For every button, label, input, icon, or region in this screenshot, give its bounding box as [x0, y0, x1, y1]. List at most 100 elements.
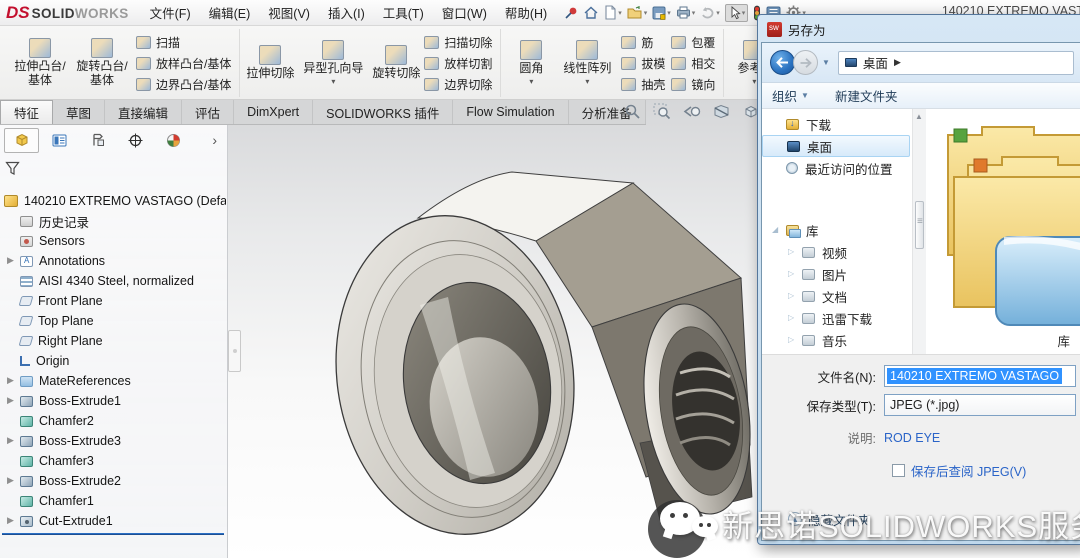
save-type-dropdown[interactable]: JPEG (*.jpg)	[884, 394, 1076, 416]
home-icon[interactable]	[583, 5, 599, 20]
expand-arrow-icon[interactable]: ▶	[7, 396, 14, 405]
boundary-cut-button[interactable]: 边界切除	[424, 76, 492, 93]
sidebar-item-documents[interactable]: ▷文档	[762, 285, 912, 307]
tab-addins[interactable]: SOLIDWORKS 插件	[313, 100, 453, 124]
save-button[interactable]: ▾	[652, 6, 671, 20]
expand-arrow-icon[interactable]: ▶	[7, 436, 14, 445]
hole-wizard-button[interactable]: 异型孔向导▾	[295, 38, 371, 88]
scrollbar-thumb[interactable]	[915, 201, 924, 249]
tree-item-annotations[interactable]: ▶Annotations	[0, 251, 226, 271]
previous-view-icon[interactable]	[683, 104, 701, 119]
zoom-to-fit-icon[interactable]	[624, 103, 641, 120]
panel-splitter-handle[interactable]	[228, 330, 241, 372]
menu-window[interactable]: 窗口(W)	[433, 3, 496, 22]
menu-file[interactable]: 文件(F)	[141, 3, 200, 22]
expand-arrow-icon[interactable]: ▶	[7, 516, 14, 525]
sidebar-item-pictures[interactable]: ▷图片	[762, 263, 912, 285]
intersect-button[interactable]: 相交	[671, 55, 715, 72]
hide-folders-button[interactable]: ▲ 隐藏文件夹	[788, 510, 871, 529]
scroll-up-icon[interactable]: ▲	[915, 112, 923, 121]
configuration-manager-tab[interactable]	[80, 128, 115, 153]
lofted-boss-button[interactable]: 放样凸台/基体	[136, 55, 231, 72]
tab-evaluate[interactable]: 评估	[182, 100, 234, 124]
organize-menu-button[interactable]: 组织▼	[772, 86, 809, 105]
tab-direct-editing[interactable]: 直接编辑	[105, 100, 182, 124]
file-item-label[interactable]: 库	[1057, 331, 1070, 350]
address-breadcrumb[interactable]: 桌面 ▶	[838, 51, 1074, 75]
linear-pattern-button[interactable]: 线性阵列▾	[556, 38, 618, 88]
rollback-bar[interactable]	[2, 533, 224, 535]
wrap-button[interactable]: 包覆	[671, 34, 715, 51]
expand-arrow-icon[interactable]: ▶	[7, 476, 14, 485]
tree-item-history[interactable]: 历史记录	[0, 211, 226, 231]
shell-button[interactable]: 抽壳	[621, 76, 665, 93]
draft-button[interactable]: 拔模	[621, 55, 665, 72]
review-jpeg-checkbox[interactable]	[892, 464, 905, 477]
property-manager-tab[interactable]	[42, 128, 77, 153]
expand-arrow-icon[interactable]: ▶	[7, 376, 14, 385]
boundary-boss-button[interactable]: 边界凸台/基体	[136, 76, 231, 93]
expand-arrow-icon[interactable]: ▷	[788, 292, 794, 300]
new-folder-button[interactable]: 新建文件夹	[835, 86, 898, 105]
tree-item-cut-extrude1[interactable]: ▶Cut-Extrude1	[0, 511, 226, 531]
fillet-button[interactable]: 圆角▾	[506, 38, 556, 88]
menu-edit[interactable]: 编辑(E)	[200, 3, 260, 22]
sidebar-item-videos[interactable]: ▷视频	[762, 241, 912, 263]
tree-item-matereferences[interactable]: ▶MateReferences	[0, 371, 226, 391]
expand-arrow-icon[interactable]: ▷	[788, 336, 794, 344]
swept-cut-button[interactable]: 扫描切除	[424, 34, 492, 51]
select-tool-button[interactable]: ▾	[725, 4, 749, 22]
rib-button[interactable]: 筋	[621, 34, 665, 51]
tree-item-chamfer3[interactable]: Chamfer3	[0, 451, 226, 471]
sidebar-item-desktop[interactable]: 桌面	[762, 135, 910, 157]
sidebar-item-downloads[interactable]: 下载	[762, 113, 912, 135]
forward-button[interactable]	[793, 50, 818, 75]
lofted-cut-button[interactable]: 放样切割	[424, 55, 492, 72]
extrude-boss-button[interactable]: 拉伸凸台/基体	[9, 36, 71, 90]
tree-item-boss-extrude3[interactable]: ▶Boss-Extrude3	[0, 431, 226, 451]
recent-locations-dropdown[interactable]: ▼	[822, 58, 830, 67]
revolve-boss-button[interactable]: 旋转凸台/基体	[71, 36, 133, 90]
swept-boss-button[interactable]: 扫描	[136, 34, 231, 51]
section-view-icon[interactable]	[713, 104, 730, 119]
tree-root-part[interactable]: 140210 EXTREMO VASTAGO (Defa	[0, 191, 226, 211]
breadcrumb-location[interactable]: 桌面	[863, 53, 888, 72]
extruded-cut-button[interactable]: 拉伸切除	[245, 43, 295, 83]
panel-expand-arrow[interactable]: ›	[212, 132, 223, 148]
expand-arrow-icon[interactable]: ▶	[7, 256, 14, 265]
menu-tools[interactable]: 工具(T)	[374, 3, 433, 22]
sidebar-item-libraries[interactable]: ◢库	[762, 219, 912, 241]
file-list-area[interactable]: 库	[926, 109, 1080, 354]
new-document-button[interactable]: ▾	[604, 5, 622, 20]
tab-sketch[interactable]: 草图	[53, 100, 105, 124]
tree-item-top-plane[interactable]: Top Plane	[0, 311, 226, 331]
filter-funnel-icon[interactable]	[5, 161, 22, 176]
menu-view[interactable]: 视图(V)	[259, 3, 319, 22]
revolved-cut-button[interactable]: 旋转切除	[371, 43, 421, 83]
display-manager-tab[interactable]	[156, 128, 191, 153]
tree-item-sensors[interactable]: Sensors	[0, 231, 226, 251]
expand-arrow-icon[interactable]: ▷	[788, 270, 794, 278]
print-button[interactable]: ▾	[676, 6, 696, 19]
undo-button[interactable]: ▾	[700, 6, 720, 19]
expand-arrow-icon[interactable]: ▷	[788, 248, 794, 256]
breadcrumb-arrow-icon[interactable]: ▶	[894, 57, 901, 68]
tree-item-origin[interactable]: Origin	[0, 351, 226, 371]
tree-item-boss-extrude2[interactable]: ▶Boss-Extrude2	[0, 471, 226, 491]
filename-input[interactable]: 140210 EXTREMO VASTAGO	[884, 365, 1076, 387]
dialog-title-bar[interactable]: 另存为	[761, 18, 1080, 42]
tree-item-boss-extrude1[interactable]: ▶Boss-Extrude1	[0, 391, 226, 411]
sidebar-scrollbar[interactable]: ▲	[912, 109, 926, 354]
tab-features[interactable]: 特征	[0, 100, 53, 124]
expand-arrow-icon[interactable]: ▷	[788, 314, 794, 322]
tab-dimxpert[interactable]: DimXpert	[234, 100, 313, 124]
mirror-button[interactable]: 镜向	[671, 76, 715, 93]
libraries-folder-icon[interactable]	[934, 117, 1080, 352]
sidebar-item-thunder-downloads[interactable]: ▷迅雷下载	[762, 307, 912, 329]
menu-insert[interactable]: 插入(I)	[319, 3, 374, 22]
dimxpert-manager-tab[interactable]	[118, 128, 153, 153]
collapse-arrow-icon[interactable]: ◢	[772, 226, 778, 234]
open-button[interactable]: ▾	[627, 6, 648, 20]
featuremanager-tree-tab[interactable]	[4, 128, 39, 153]
back-button[interactable]	[770, 50, 795, 75]
